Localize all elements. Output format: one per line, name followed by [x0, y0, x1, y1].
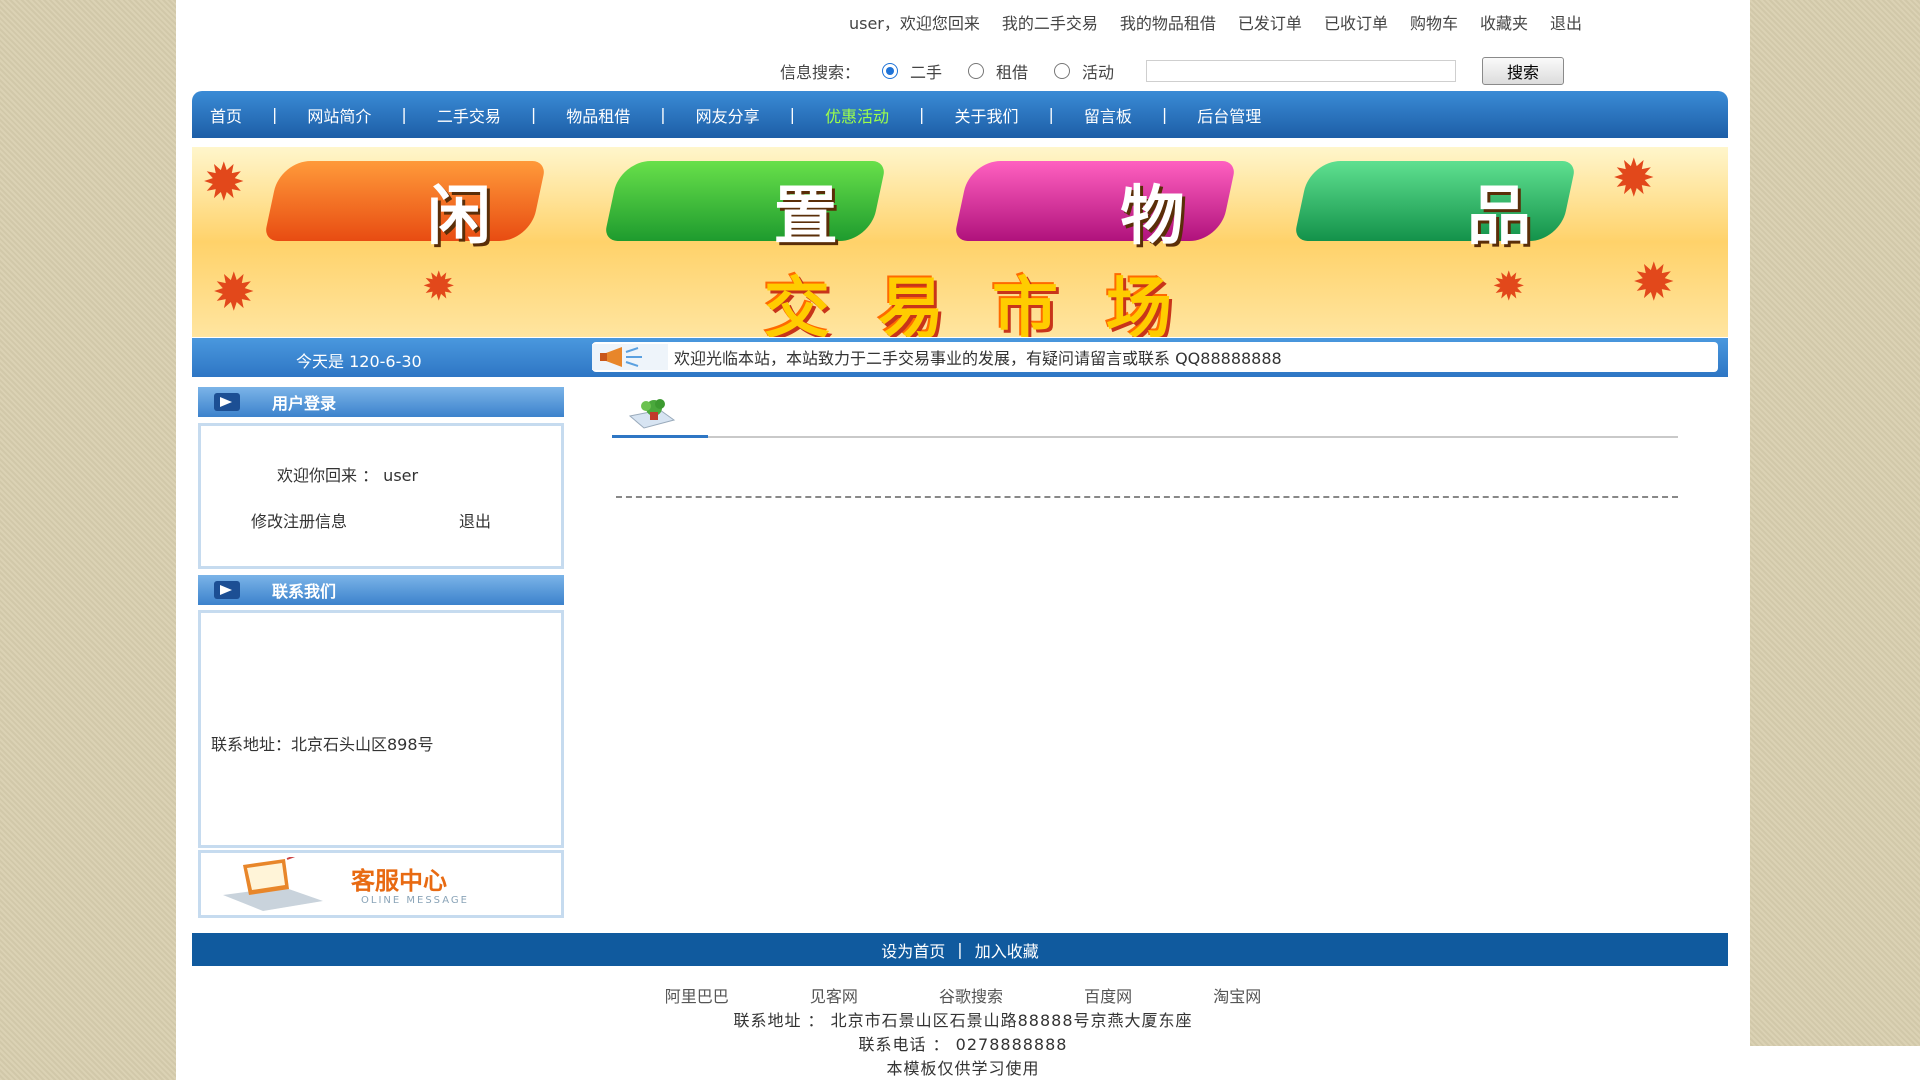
main-nav: 首页 | 网站简介 | 二手交易 | 物品租借 | 网友分享 | 优惠活动 | … — [192, 91, 1728, 138]
top-links-bar: user，欢迎您回来 我的二手交易 我的物品租借 已发订单 已收订单 购物车 收… — [176, 10, 1750, 36]
service-center[interactable]: 客服中心 OLINE MESSAGE — [198, 850, 564, 918]
banner-char: 品 — [1466, 180, 1537, 254]
edit-profile-link[interactable]: 修改注册信息 — [251, 508, 347, 532]
radio-secondhand[interactable]: 二手 — [882, 59, 942, 83]
nav-separator: | — [1048, 105, 1054, 124]
link-sent-orders[interactable]: 已发订单 — [1238, 10, 1302, 36]
link-favorites[interactable]: 收藏夹 — [1480, 10, 1528, 36]
nav-message-board[interactable]: 留言板 — [1084, 103, 1132, 127]
welcome-text: user，欢迎您回来 — [848, 14, 980, 33]
date-text: 今天是 120-6-30 — [296, 352, 422, 371]
nav-admin[interactable]: 后台管理 — [1197, 103, 1261, 127]
nav-separator: | — [789, 105, 796, 124]
nav-separator: | — [1161, 105, 1168, 124]
hero-banner: ✹ ✹ ✹ ✹ ✹ ✹ 闲 置 物 品 交易市场 — [192, 147, 1728, 337]
contact-box-title: 联系我们 — [272, 582, 337, 601]
nav-separator: | — [530, 105, 537, 124]
banner-title: 闲 置 物 品 — [342, 165, 1622, 257]
banner-char: 置 — [773, 180, 844, 254]
content-divider — [612, 436, 1678, 438]
radio-label: 二手 — [910, 63, 943, 82]
nav-separator: | — [272, 105, 278, 124]
footer-separator: | — [957, 940, 963, 959]
nav-home[interactable]: 首页 — [210, 103, 242, 127]
contact-address: 联系地址：北京石头山区898号 — [211, 735, 434, 754]
service-title: 客服中心 — [351, 867, 447, 895]
search-input[interactable] — [1146, 60, 1457, 82]
link-received-orders[interactable]: 已收订单 — [1324, 10, 1388, 36]
nav-share[interactable]: 网友分享 — [696, 103, 760, 127]
nav-separator: | — [919, 105, 925, 124]
set-homepage-link[interactable]: 设为首页 — [881, 938, 945, 962]
link-my-rental[interactable]: 我的物品租借 — [1120, 10, 1216, 36]
radio-activity[interactable]: 活动 — [1054, 59, 1114, 83]
link-cart[interactable]: 购物车 — [1410, 10, 1458, 36]
nav-separator: | — [401, 105, 407, 124]
search-button[interactable]: 搜索 — [1482, 57, 1565, 85]
radio-dot[interactable] — [882, 63, 899, 79]
contact-box-header: 联系我们 — [198, 575, 564, 605]
nav-separator: | — [660, 105, 666, 124]
page-container: user，欢迎您回来 我的二手交易 我的物品租借 已发订单 已收订单 购物车 收… — [176, 0, 1750, 1080]
footer-links: 阿里巴巴 见客网 谷歌搜索 百度网 淘宝网 — [176, 983, 1750, 1007]
footer-link-jianke[interactable]: 见客网 — [810, 987, 858, 1006]
login-box: 欢迎你回来 ： user 修改注册信息 退出 — [198, 423, 564, 569]
banner-subtitle: 交易市场 — [764, 270, 1220, 337]
notice-text: 欢迎光临本站，本站致力于二手交易事业的发展，有疑问请留言或联系 QQ888888… — [674, 349, 1282, 368]
megaphone-icon — [592, 344, 668, 370]
footer-link-taobao[interactable]: 淘宝网 — [1213, 987, 1261, 1006]
nav-about-site[interactable]: 网站简介 — [307, 103, 371, 127]
maple-leaf-icon: ✹ — [1632, 253, 1676, 313]
radio-rental[interactable]: 租借 — [968, 59, 1028, 83]
footer-link-google[interactable]: 谷歌搜索 — [939, 987, 1003, 1006]
arrow-right-icon — [214, 393, 240, 411]
footer-note: 本模板仅供学习使用 — [886, 1059, 1040, 1078]
login-box-header: 用户登录 — [198, 387, 564, 417]
radio-label: 活动 — [1082, 63, 1115, 82]
search-label: 信息搜索： — [780, 63, 861, 82]
login-box-title: 用户登录 — [272, 394, 337, 413]
footer-link-alibaba[interactable]: 阿里巴巴 — [665, 987, 729, 1006]
notice-marquee: 欢迎光临本站，本站致力于二手交易事业的发展，有疑问请留言或联系 QQ888888… — [592, 342, 1718, 372]
add-favorite-link[interactable]: 加入收藏 — [975, 938, 1039, 962]
radio-dot[interactable] — [1054, 63, 1071, 79]
link-logout[interactable]: 退出 — [1550, 10, 1582, 36]
link-my-secondhand[interactable]: 我的二手交易 — [1002, 10, 1098, 36]
arrow-right-icon — [214, 581, 240, 599]
maple-leaf-icon: ✹ — [202, 153, 246, 213]
contact-box: 联系地址：北京石头山区898号 — [198, 610, 564, 848]
login-welcome: 欢迎你回来 ： user — [277, 466, 419, 485]
footer-phone: 联系电话 ： 0278888888 — [858, 1035, 1068, 1054]
nav-promotions[interactable]: 优惠活动 — [825, 103, 889, 127]
search-bar: 信息搜索： 二手 租借 活动 搜索 — [780, 55, 1565, 87]
radio-label: 租借 — [996, 63, 1029, 82]
banner-char: 物 — [1120, 180, 1191, 254]
radio-dot[interactable] — [968, 63, 985, 79]
footer-bar: 设为首页 | 加入收藏 — [192, 933, 1728, 966]
footer-link-baidu[interactable]: 百度网 — [1084, 987, 1132, 1006]
nav-about-us[interactable]: 关于我们 — [954, 103, 1018, 127]
content-divider-accent — [612, 435, 708, 438]
info-bar: 今天是 120-6-30 欢迎光临本站，本站致力于二手交易事业的发展，有疑问请留… — [192, 338, 1728, 377]
laptop-icon — [223, 857, 323, 911]
logout-link[interactable]: 退出 — [459, 508, 491, 532]
nav-secondhand[interactable]: 二手交易 — [437, 103, 501, 127]
nav-rental[interactable]: 物品租借 — [566, 103, 630, 127]
plant-icon — [628, 399, 676, 429]
footer-address: 联系地址 ： 北京市石景山区石景山路88888号京燕大厦东座 — [733, 1011, 1193, 1030]
banner-char: 闲 — [427, 180, 497, 254]
content-dashed-divider — [616, 496, 1678, 498]
right-white-strip — [1750, 1046, 1920, 1080]
service-subtitle: OLINE MESSAGE — [361, 895, 469, 906]
maple-leaf-icon: ✹ — [212, 263, 256, 323]
